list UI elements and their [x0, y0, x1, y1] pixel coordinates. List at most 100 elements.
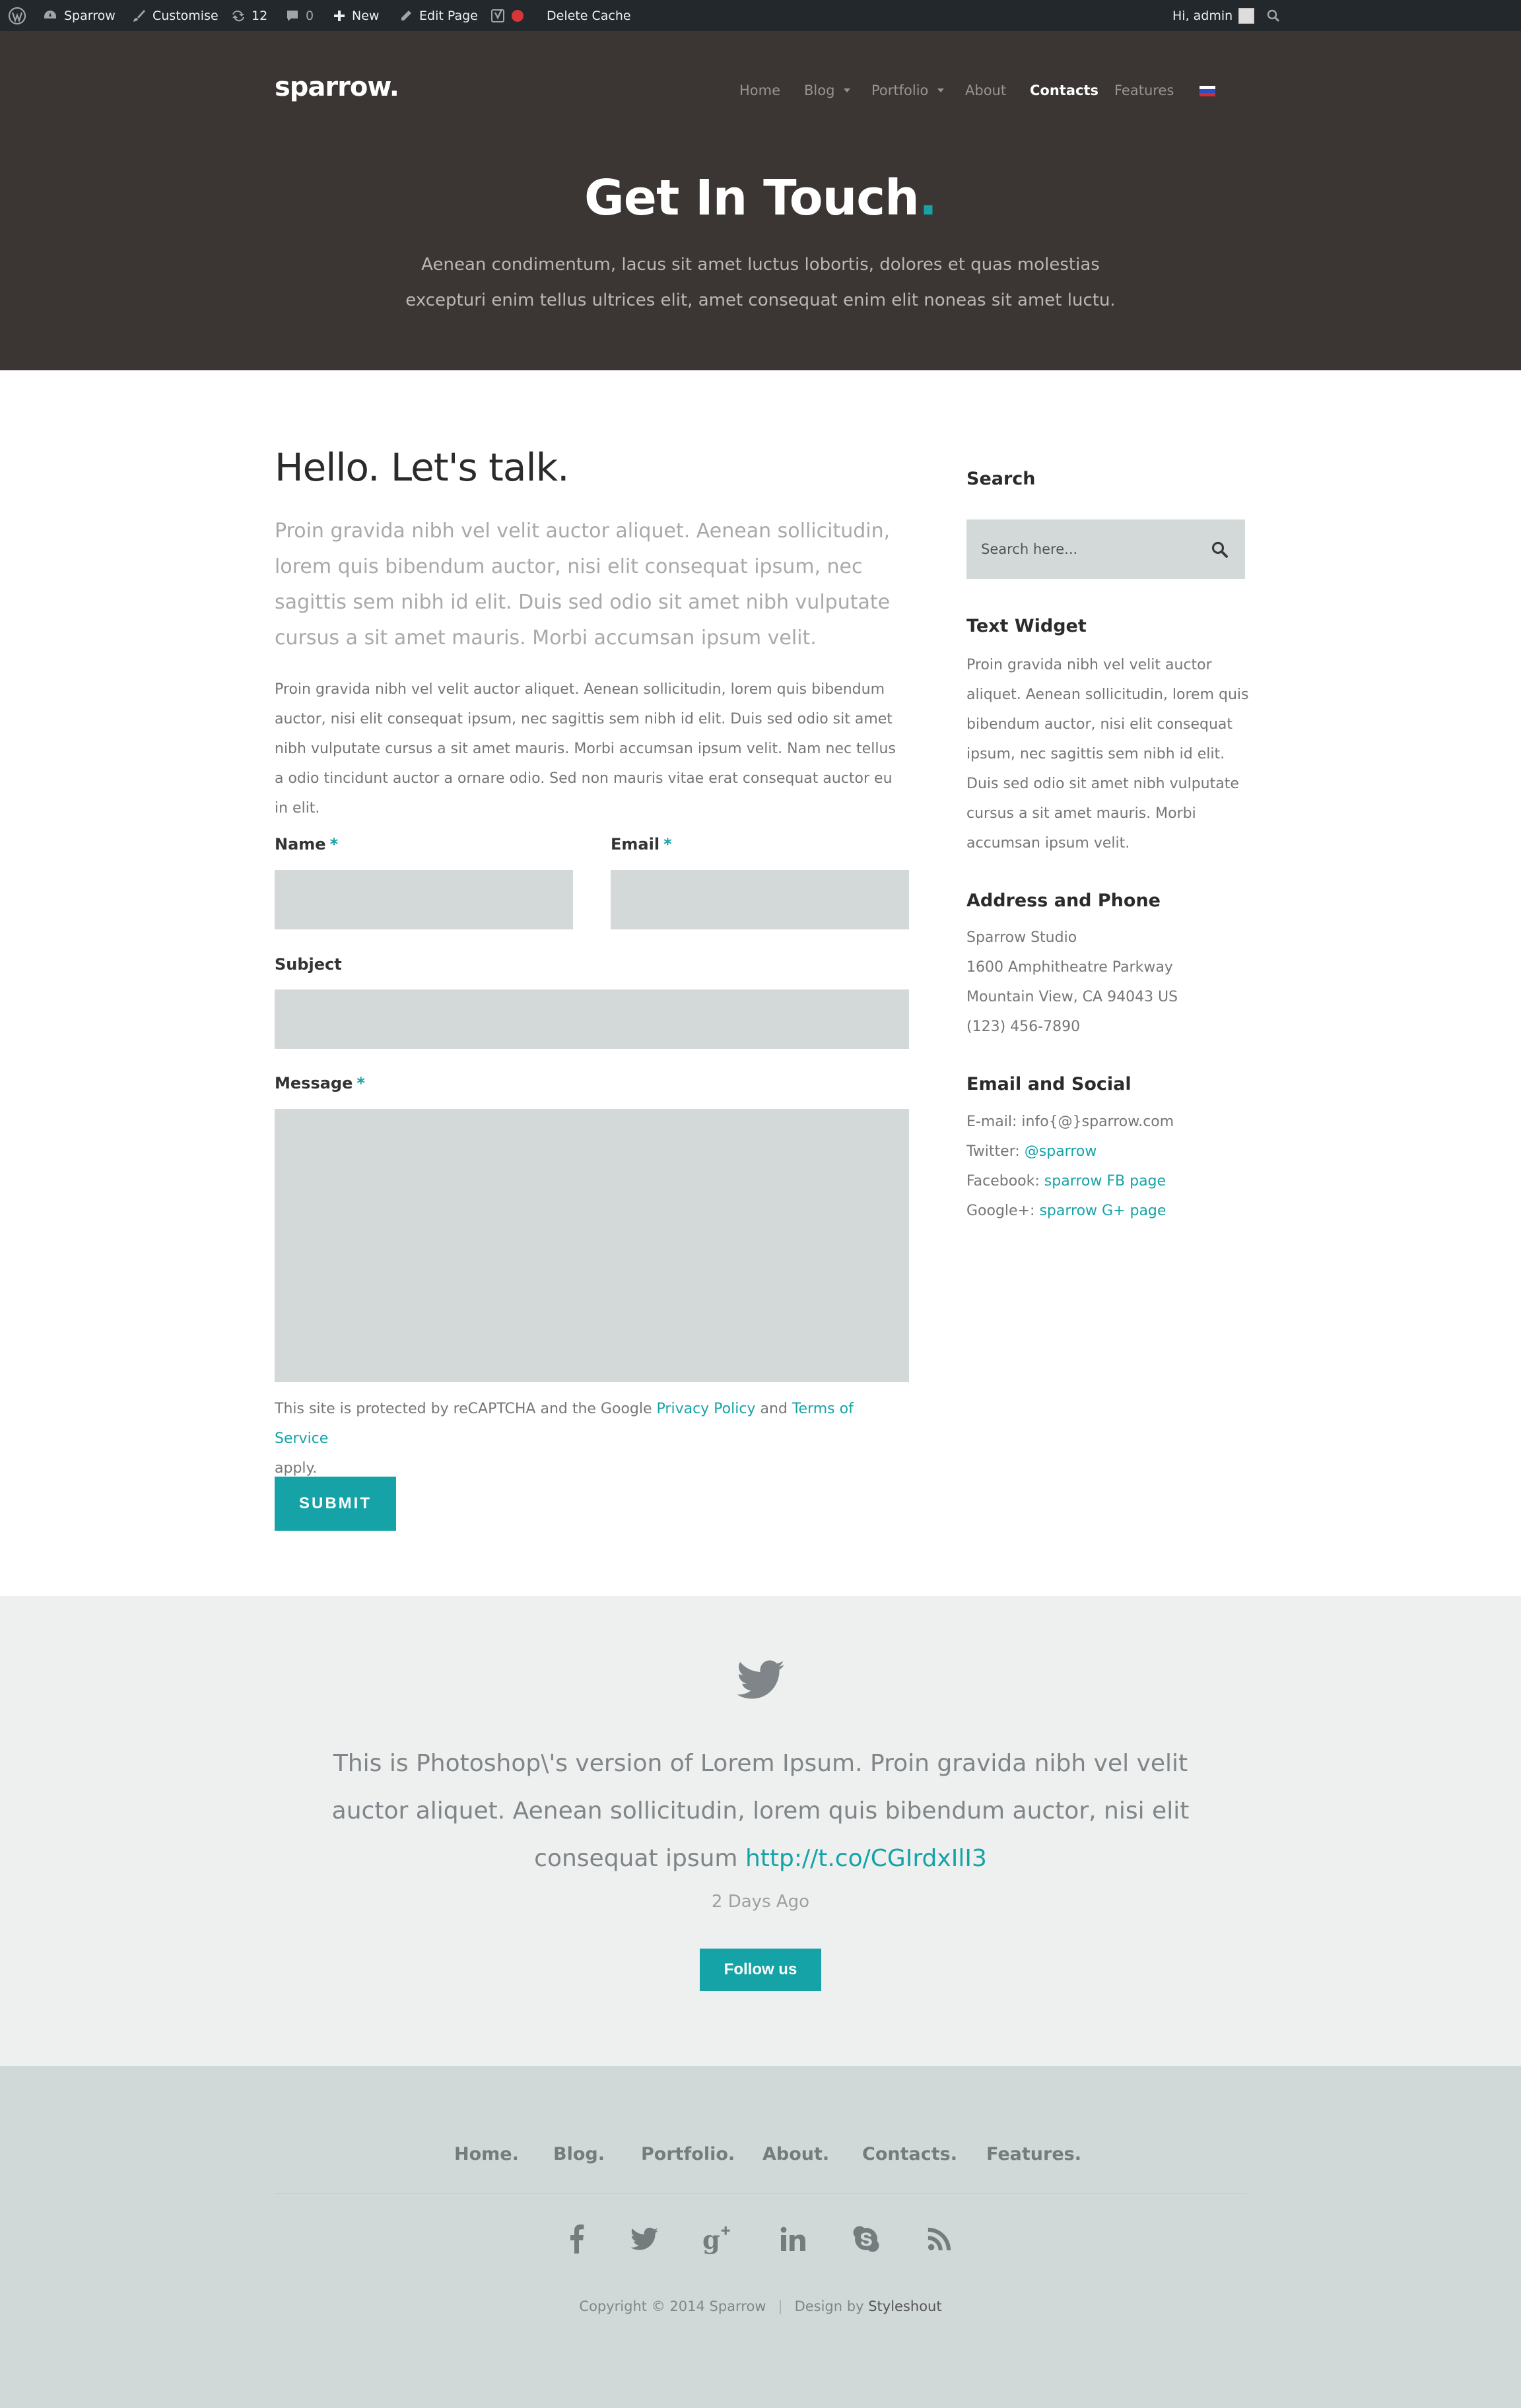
twitter-feed-section: This is Photoshop\'s version of Lorem Ip… — [0, 1596, 1521, 2066]
follow-us-button[interactable]: Follow us — [700, 1949, 821, 1991]
page-intro: Aenean condimentum, lacus sit amet luctu… — [405, 255, 1116, 310]
rss-icon[interactable] — [924, 2223, 955, 2255]
wordpress-logo-icon[interactable] — [8, 0, 26, 31]
section-title: Hello. Let's talk. — [275, 445, 570, 490]
facebook-icon[interactable] — [560, 2223, 592, 2255]
svg-text:g: g — [702, 2225, 720, 2255]
facebook-link[interactable]: sparrow FB page — [1044, 1173, 1166, 1189]
google-plus-link[interactable]: sparrow G+ page — [1039, 1203, 1166, 1219]
nav-item-blog[interactable]: Blog — [804, 83, 851, 98]
recaptcha-prefix: This site is protected by reCAPTCHA and … — [275, 1401, 652, 1417]
copyright: Copyright © 2014 Sparrow | Design by Style… — [0, 2298, 1521, 2314]
nav-item-features[interactable]: Features — [1114, 83, 1174, 98]
footer-navigation: Home. Blog. Portfolio. About. Contacts. … — [0, 2144, 1521, 2170]
page-title-text: Get In Touch — [584, 170, 920, 226]
linkedin-icon[interactable] — [777, 2223, 809, 2255]
google-plus-icon[interactable]: g — [702, 2223, 734, 2255]
skype-icon[interactable] — [850, 2223, 882, 2255]
yoast-icon — [491, 8, 504, 22]
facebook-row-label: Facebook: — [966, 1173, 1040, 1189]
text-widget-body: Proin gravida nibh vel velit auctor aliq… — [966, 657, 1249, 852]
footer-link-contacts[interactable]: Contacts. — [862, 2144, 957, 2164]
admin-comments-count: 0 — [306, 8, 314, 23]
address-line: Sparrow Studio — [966, 929, 1077, 946]
chevron-down-icon — [937, 88, 945, 92]
tweet-link[interactable]: http://t.co/CGIrdxIlI3 — [745, 1845, 987, 1872]
privacy-policy-link[interactable]: Privacy Policy — [657, 1401, 756, 1417]
comment-icon — [287, 10, 298, 21]
recaptcha-and: and — [760, 1401, 788, 1417]
subject-field[interactable] — [275, 989, 909, 1049]
admin-updates-count: 12 — [252, 8, 268, 23]
search-form: Search here... — [966, 519, 1245, 579]
admin-edit-page-link[interactable]: Edit Page — [399, 0, 478, 31]
tweet-timestamp: 2 Days Ago — [711, 1892, 810, 1912]
google-plus-row-label: Google+: — [966, 1203, 1035, 1219]
twitter-icon[interactable] — [628, 2223, 660, 2255]
nav-label: Portfolio — [871, 83, 929, 98]
address-widget-title: Address and Phone — [966, 890, 1161, 911]
site-logo[interactable]: sparrow. — [275, 72, 399, 102]
email-row: E-mail: info{@}sparrow.com — [966, 1107, 1257, 1137]
footer-link-blog[interactable]: Blog. — [553, 2144, 605, 2164]
name-label: Name * — [275, 835, 338, 853]
google-plus-row: Google+: sparrow G+ page — [966, 1196, 1257, 1226]
pencil-icon — [401, 10, 411, 20]
social-widget-title: Email and Social — [966, 1074, 1132, 1094]
address-line: Mountain View, CA 94043 US — [966, 989, 1178, 1005]
nav-item-portfolio[interactable]: Portfolio — [871, 83, 945, 98]
designer-link[interactable]: Styleshout — [868, 2298, 941, 2314]
footer-link-about[interactable]: About. — [762, 2144, 829, 2164]
nav-item-about[interactable]: About — [965, 83, 1006, 98]
dashboard-icon — [44, 10, 56, 18]
recaptcha-suffix: apply. — [275, 1460, 318, 1477]
message-field[interactable] — [275, 1109, 909, 1382]
nav-label: Features — [1114, 83, 1174, 98]
nav-label: Contacts — [1030, 83, 1098, 98]
nav-item-home[interactable]: Home — [739, 83, 780, 98]
message-label-text: Message — [275, 1074, 353, 1092]
submit-button[interactable]: SUBMIT — [275, 1477, 396, 1531]
search-input[interactable]: Search here... — [981, 519, 1192, 579]
admin-new-link[interactable]: New — [333, 0, 379, 31]
footer-link-portfolio[interactable]: Portfolio. — [641, 2144, 735, 2164]
admin-site-link[interactable]: Sparrow — [42, 0, 116, 31]
recaptcha-notice: This site is protected by reCAPTCHA and … — [275, 1394, 908, 1483]
contact-list: E-mail: info{@}sparrow.com Twitter: @spa… — [966, 1107, 1257, 1226]
nav-label: Home — [739, 83, 781, 98]
nav-item-contacts[interactable]: Contacts — [1030, 83, 1098, 98]
admin-delete-cache-link[interactable]: Delete Cache — [547, 0, 631, 31]
admin-new-label: New — [352, 8, 380, 23]
language-flag-icon[interactable] — [1200, 86, 1215, 96]
search-icon[interactable] — [1211, 541, 1229, 559]
admin-bar: Sparrow Customise 12 0 New Edit Page Del… — [0, 0, 1521, 31]
yoast-seo-menu[interactable] — [491, 0, 524, 31]
address-block: Sparrow Studio 1600 Amphitheatre Parkway… — [966, 923, 1257, 1042]
page-title: Get In Touch. — [0, 170, 1521, 226]
email-field[interactable] — [611, 870, 909, 929]
admin-search-icon[interactable] — [1266, 0, 1281, 31]
email-row-label: E-mail: — [966, 1114, 1017, 1130]
search-widget-title: Search — [966, 469, 1036, 489]
avatar — [1238, 7, 1255, 24]
title-accent-dot: . — [918, 170, 937, 226]
tweet-text: This is Photoshop\'s version of Lorem Ip… — [304, 1740, 1217, 1883]
nav-label: About — [965, 83, 1007, 98]
admin-site-name: Sparrow — [64, 8, 116, 23]
email-label-text: Email — [611, 835, 660, 853]
admin-customise-link[interactable]: Customise — [131, 0, 219, 31]
name-field[interactable] — [275, 870, 573, 929]
twitter-link[interactable]: @sparrow — [1025, 1143, 1097, 1160]
required-mark: * — [356, 1074, 365, 1092]
plus-icon — [334, 10, 345, 21]
admin-comments-link[interactable]: 0 — [285, 0, 314, 31]
required-mark: * — [663, 835, 672, 853]
email-label: Email * — [611, 835, 672, 853]
footer-link-home[interactable]: Home. — [454, 2144, 519, 2164]
text-widget-title: Text Widget — [966, 616, 1087, 636]
admin-account-menu[interactable]: Hi, admin — [1172, 0, 1255, 31]
email-row-value: info{@}sparrow.com — [1021, 1114, 1174, 1130]
admin-updates-link[interactable]: 12 — [230, 0, 267, 31]
twitter-row-label: Twitter: — [966, 1143, 1020, 1160]
footer-link-features[interactable]: Features. — [986, 2144, 1081, 2164]
